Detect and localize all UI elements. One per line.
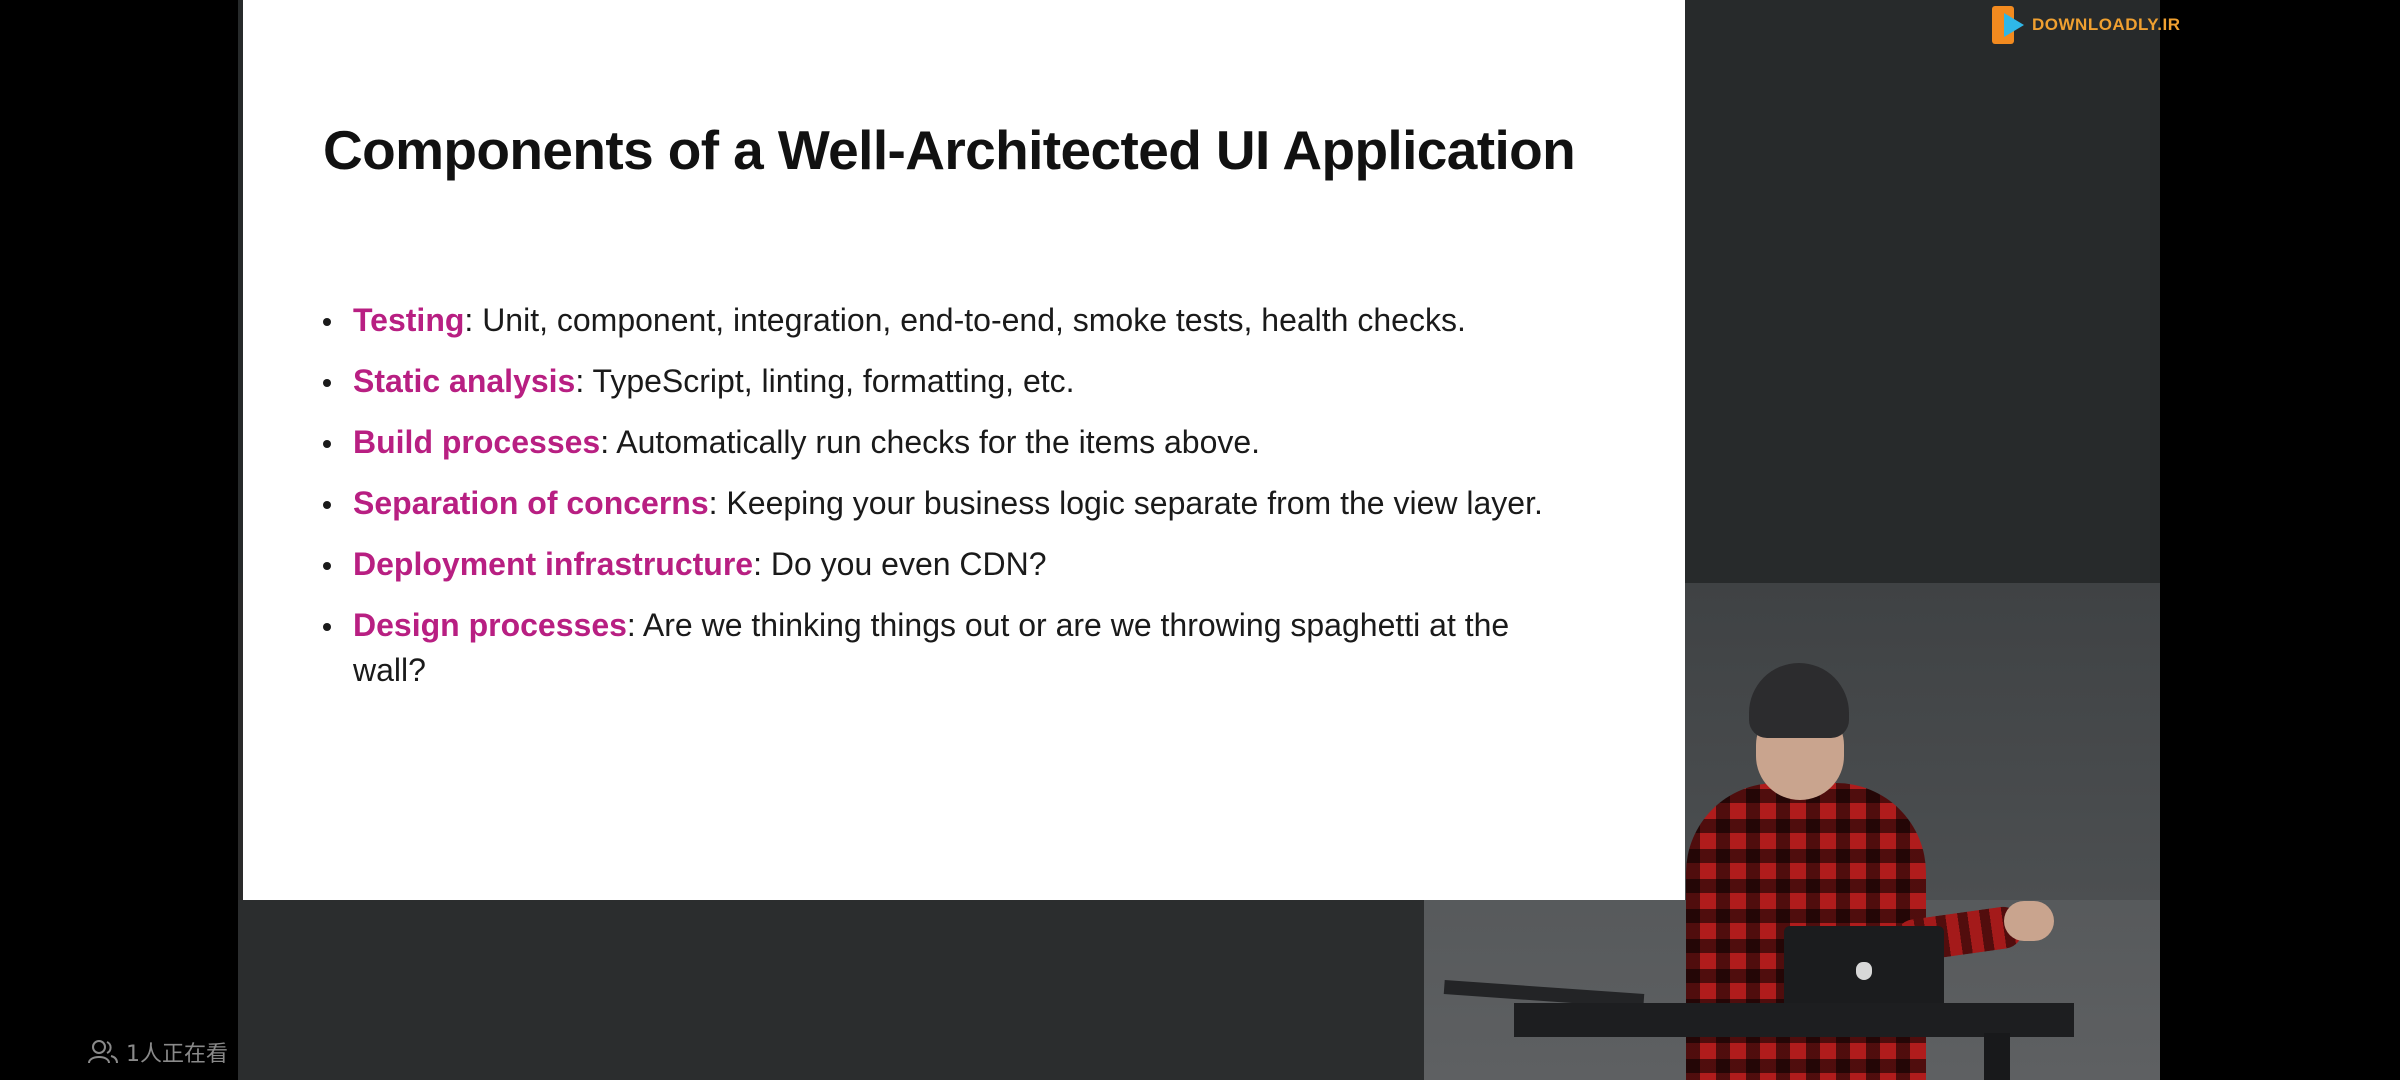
slide-title: Components of a Well-Architected UI Appl… [323, 119, 1576, 181]
bullet-text: : Keeping your business logic separate f… [708, 485, 1543, 521]
bullet-item: Static analysis: TypeScript, linting, fo… [323, 359, 1583, 404]
watermark: DOWNLOADLY.IR [1992, 4, 2181, 46]
apple-logo-icon [1856, 962, 1872, 980]
watermark-text: DOWNLOADLY.IR [2032, 15, 2181, 34]
podium [1514, 1003, 2074, 1037]
podium-leg [1984, 1033, 2010, 1080]
presenter-hand [2004, 901, 2054, 941]
viewer-count-text: 1人正在看 [126, 1042, 228, 1067]
bullet-text: : Unit, component, integration, end-to-e… [464, 302, 1466, 338]
presenter-beanie [1749, 663, 1849, 738]
bullet-term: Separation of concerns [353, 485, 709, 521]
stage-backdrop-lower [238, 900, 1424, 1080]
bullet-term: Build processes [353, 424, 601, 460]
presentation-slide: Components of a Well-Architected UI Appl… [243, 0, 1685, 900]
bullet-item: Build processes: Automatically run check… [323, 420, 1583, 465]
bullet-text: : Do you even CDN? [753, 546, 1047, 582]
video-player[interactable]: Components of a Well-Architected UI Appl… [0, 0, 2400, 1080]
bullet-item: Design processes: Are we thinking things… [323, 603, 1583, 693]
bullet-item: Deployment infrastructure: Do you even C… [323, 542, 1583, 587]
bullet-item: Separation of concerns: Keeping your bus… [323, 481, 1583, 526]
bullet-term: Design processes [353, 607, 627, 643]
bullet-text: : Automatically run checks for the items… [600, 424, 1261, 460]
viewer-count: 1人正在看 [88, 1036, 228, 1068]
bullet-term: Testing [353, 302, 465, 338]
bullet-item: Testing: Unit, component, integration, e… [323, 298, 1583, 343]
bullet-list: Testing: Unit, component, integration, e… [323, 298, 1583, 709]
bullet-term: Static analysis [353, 363, 576, 399]
bullet-term: Deployment infrastructure [353, 546, 754, 582]
downloadly-logo-icon [1992, 6, 2028, 44]
bullet-text: : TypeScript, linting, formatting, etc. [575, 363, 1075, 399]
people-icon [88, 1040, 118, 1064]
